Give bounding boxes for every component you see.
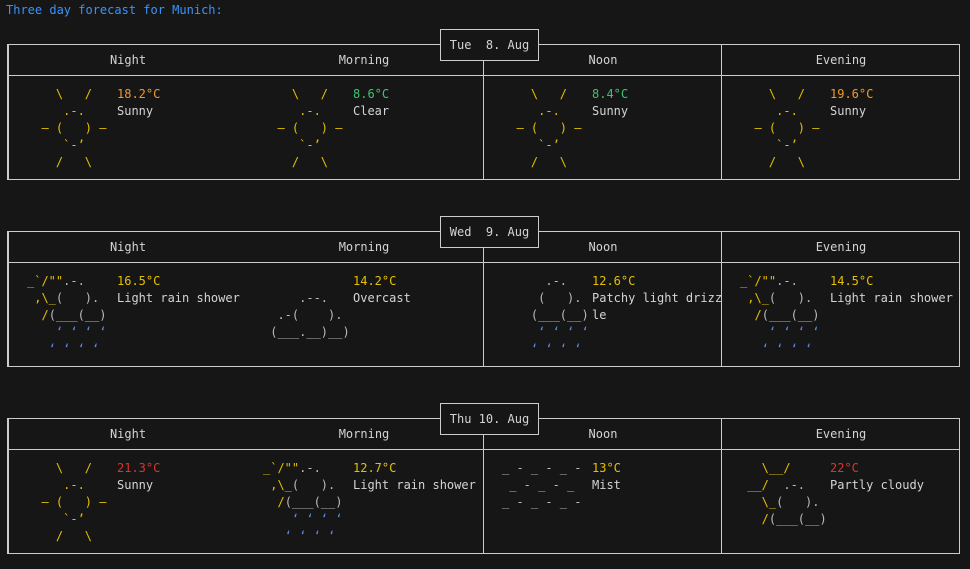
sun-icon: \ / .-. ‒ ( ) ‒ `-’ / \ bbox=[754, 87, 820, 169]
temperature: 14.2°C bbox=[353, 274, 397, 288]
period-morning: Morning \ / .-. ‒ ( ) ‒ `-’ / \ 8.6°C Cle… bbox=[245, 45, 483, 179]
period-header: Evening bbox=[815, 53, 867, 67]
condition: Sunny bbox=[830, 104, 867, 118]
condition: Mist bbox=[592, 478, 621, 492]
forecast-grid: Morning _`/"".-. ,\_( ). /(___(__) ‘ ‘ ‘… bbox=[7, 418, 960, 554]
period-header: Night bbox=[109, 53, 147, 67]
temperature: 21.3°C bbox=[117, 461, 161, 475]
temperature: 19.6°C bbox=[830, 87, 874, 101]
rain-shower-icon: _`/"".-. ,\_( ). /(___(__) ‘ ‘ ‘ ‘ ‘ ‘ ‘… bbox=[263, 461, 343, 543]
period-evening: Evening \ / .-. ‒ ( ) ‒ `-’ / \ 19.6°C Su… bbox=[721, 45, 960, 179]
condition: Partly cloudy bbox=[830, 478, 924, 492]
sun-icon: \ / .-. ‒ ( ) ‒ `-’ / \ bbox=[41, 87, 107, 169]
forecast-grid: Morning \ / .-. ‒ ( ) ‒ `-’ / \ 8.6°C Cle… bbox=[7, 44, 960, 180]
period-morning: Morning .--. .-( ). (___.__)__) 14.2°C Ov… bbox=[245, 232, 483, 366]
temperature: 22°C bbox=[830, 461, 859, 475]
period-header: Night bbox=[109, 427, 147, 441]
period-night: Night \ / .-. ‒ ( ) ‒ `-’ / \ 18.2°C Sunn… bbox=[8, 45, 247, 179]
temperature: 14.5°C bbox=[830, 274, 874, 288]
temperature: 16.5°C bbox=[117, 274, 161, 288]
condition: Clear bbox=[353, 104, 390, 118]
sun-icon: \ / .-. ‒ ( ) ‒ `-’ / \ bbox=[516, 87, 582, 169]
forecast-grid: Morning .--. .-( ). (___.__)__) 14.2°C Ov… bbox=[7, 231, 960, 367]
partly-cloudy-icon: \__/ __/ .-. \_( ). /(___(__) bbox=[740, 461, 827, 526]
condition: Light rain shower bbox=[353, 478, 476, 492]
period-header: Evening bbox=[815, 427, 867, 441]
date-label: Tue 8. Aug bbox=[440, 29, 539, 61]
condition: Sunny bbox=[117, 478, 154, 492]
mist-icon: _ - _ - _ - _ - _ - _ _ - _ - _ - bbox=[502, 461, 582, 509]
temperature: 8.6°C bbox=[353, 87, 390, 101]
condition: Patchy light drizz le bbox=[592, 291, 723, 322]
period-night: Night _`/"".-. ,\_( ). /(___(__) ‘ ‘ ‘ ‘… bbox=[8, 232, 247, 366]
condition: Light rain shower bbox=[830, 291, 953, 305]
period-night: Night \ / .-. ‒ ( ) ‒ `-’ / \ 21.3°C Sunn… bbox=[8, 419, 247, 553]
period-noon: Noon .-. ( ). (___(__) ‘ ‘ ‘ ‘ ‘ ‘ ‘ ‘ 1… bbox=[483, 232, 722, 366]
sun-icon: \ / .-. ‒ ( ) ‒ `-’ / \ bbox=[41, 461, 107, 543]
condition: Sunny bbox=[592, 104, 629, 118]
date-label: Thu 10. Aug bbox=[440, 403, 539, 435]
period-header: Evening bbox=[815, 240, 867, 254]
temperature: 12.7°C bbox=[353, 461, 397, 475]
drizzle-icon: .-. ( ). (___(__) ‘ ‘ ‘ ‘ ‘ ‘ ‘ ‘ bbox=[530, 274, 589, 356]
condition: Light rain shower bbox=[117, 291, 240, 305]
period-evening: Evening \__/ __/ .-. \_( ). /(___(__) 22… bbox=[721, 419, 960, 553]
forecast-title: Three day forecast for Munich: bbox=[6, 3, 223, 17]
temperature: 8.4°C bbox=[592, 87, 629, 101]
condition: Sunny bbox=[117, 104, 154, 118]
temperature: 12.6°C bbox=[592, 274, 636, 288]
temperature: 18.2°C bbox=[117, 87, 161, 101]
rain-shower-icon: _`/"".-. ,\_( ). /(___(__) ‘ ‘ ‘ ‘ ‘ ‘ ‘… bbox=[740, 274, 820, 356]
date-label: Wed 9. Aug bbox=[440, 216, 539, 248]
period-morning: Morning _`/"".-. ,\_( ). /(___(__) ‘ ‘ ‘… bbox=[245, 419, 483, 553]
overcast-icon: .--. .-( ). (___.__)__) bbox=[270, 291, 350, 339]
temperature: 13°C bbox=[592, 461, 621, 475]
rain-shower-icon: _`/"".-. ,\_( ). /(___(__) ‘ ‘ ‘ ‘ ‘ ‘ ‘… bbox=[27, 274, 107, 356]
condition: Overcast bbox=[353, 291, 411, 305]
sun-icon: \ / .-. ‒ ( ) ‒ `-’ / \ bbox=[277, 87, 343, 169]
period-noon: Noon _ - _ - _ - _ - _ - _ _ - _ - _ - 1… bbox=[483, 419, 722, 553]
period-evening: Evening _`/"".-. ,\_( ). /(___(__) ‘ ‘ ‘… bbox=[721, 232, 960, 366]
period-header: Night bbox=[109, 240, 147, 254]
period-noon: Noon \ / .-. ‒ ( ) ‒ `-’ / \ 8.4°C Sunny bbox=[483, 45, 722, 179]
